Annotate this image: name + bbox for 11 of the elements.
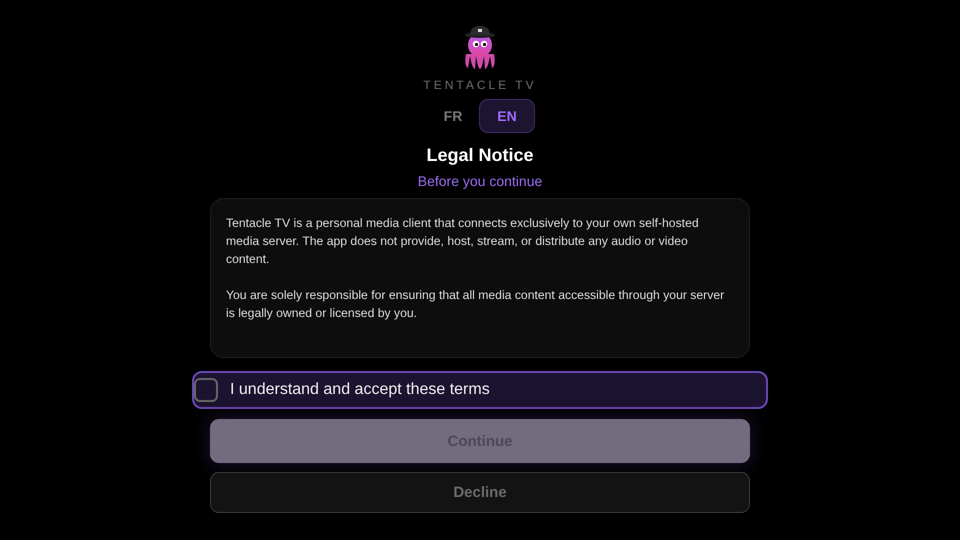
language-tab[interactable]: FR	[425, 99, 481, 133]
notice-paragraph: Tentacle TV is a personal media client that connects exclusively to your own self-hosted media server. The app does not provide, host, stream, or distribute any audio or video content.	[226, 215, 700, 268]
app-name: TENTACLE TV	[423, 78, 537, 92]
language-tab[interactable]: EN	[479, 99, 535, 133]
page-title: Legal Notice	[426, 145, 534, 166]
notice-paragraph: You are solely responsible for ensuring that all media content accessible through your server is legally owned or licensed by you.	[226, 287, 726, 322]
accept-terms-row[interactable]: I understand and accept these terms	[192, 371, 768, 409]
accept-terms-label: I understand and accept these terms	[230, 381, 490, 399]
decline-button[interactable]: Decline	[210, 472, 750, 513]
checkbox[interactable]	[194, 378, 218, 402]
page-subtitle: Before you continue	[418, 173, 542, 189]
